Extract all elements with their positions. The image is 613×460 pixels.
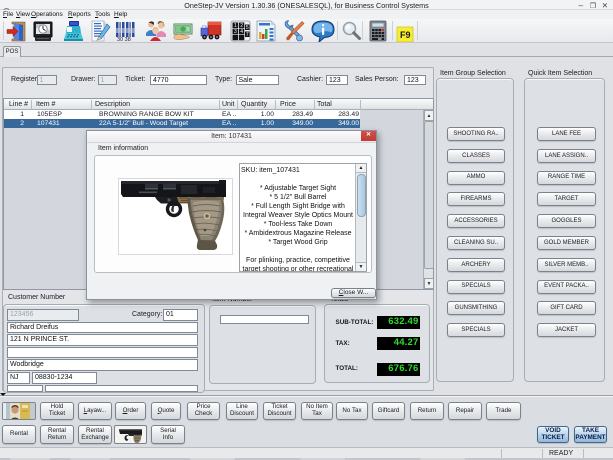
svg-text:3: 3: [234, 29, 237, 35]
svg-text:30 38: 30 38: [117, 37, 131, 42]
svg-text:F9: F9: [400, 30, 411, 40]
svg-text:7: 7: [246, 32, 249, 38]
svg-text:5: 5: [246, 25, 249, 31]
svg-text:4: 4: [240, 29, 243, 35]
